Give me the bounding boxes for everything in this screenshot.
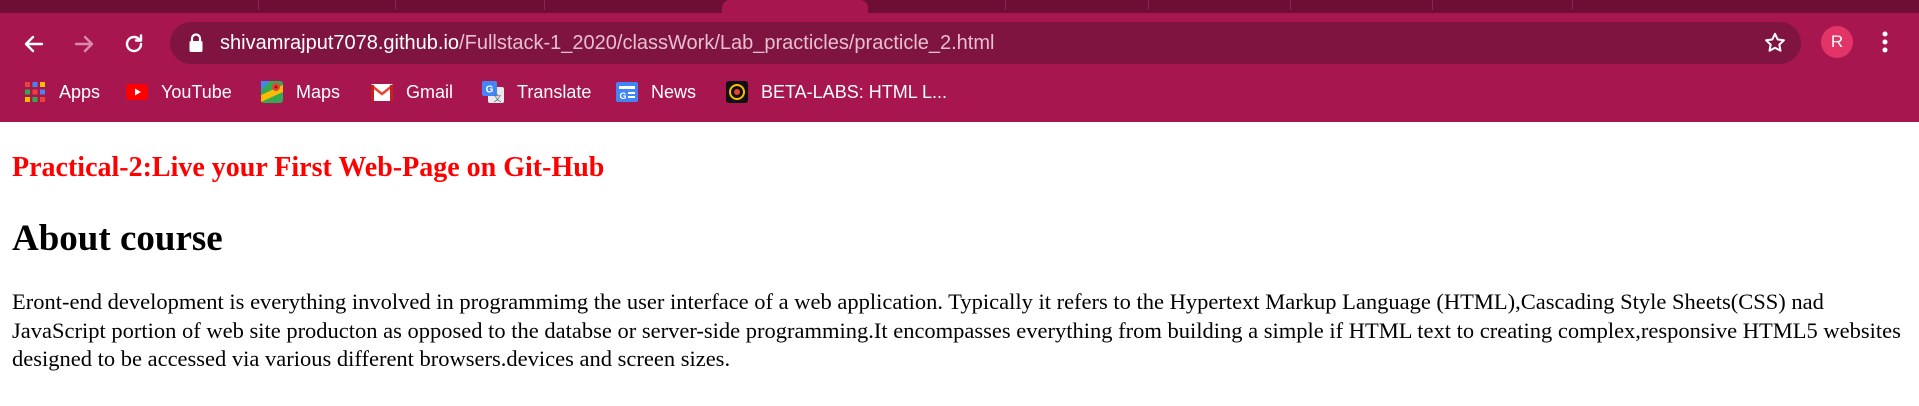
- tab-separator: [1572, 0, 1573, 10]
- bookmark-label: YouTube: [161, 81, 232, 102]
- url-host: shivamrajput7078.github.io: [220, 32, 460, 54]
- menu-button[interactable]: [1872, 26, 1898, 58]
- section-title: About course: [12, 218, 223, 259]
- bookmark-gmail[interactable]: Gmail: [371, 76, 453, 108]
- tab-separator: [544, 0, 545, 10]
- course-paragraph: Eront-end development is everything invo…: [12, 289, 1901, 371]
- gmail-icon: [371, 81, 393, 103]
- translate-icon: G文: [482, 81, 504, 103]
- page-content: Practical-2:Live your First Web-Page on …: [0, 122, 1919, 406]
- forward-button[interactable]: [67, 27, 101, 61]
- reload-button[interactable]: [117, 27, 151, 61]
- tab-separator: [1148, 0, 1149, 10]
- news-icon: G: [616, 81, 638, 103]
- svg-text:G: G: [619, 91, 626, 101]
- bookmark-label: Apps: [59, 81, 101, 102]
- forward-arrow-icon: [74, 35, 94, 53]
- bookmark-apps[interactable]: Apps: [24, 76, 100, 108]
- bookmark-label: Gmail: [406, 81, 454, 102]
- active-tab[interactable]: [722, 0, 868, 13]
- youtube-icon: [126, 81, 148, 103]
- bookmarks-bar: Apps YouTube Maps Gmail G文 Translate G N…: [0, 70, 1919, 114]
- url-text[interactable]: shivamrajput7078.github.io/Fullstack-1_2…: [220, 22, 994, 64]
- browser-chrome: shivamrajput7078.github.io/Fullstack-1_2…: [0, 0, 1919, 122]
- apps-grid-icon: [24, 81, 46, 103]
- bookmark-news[interactable]: G News: [616, 76, 696, 108]
- profile-avatar[interactable]: R: [1821, 26, 1853, 58]
- bookmark-translate[interactable]: G文 Translate: [482, 76, 591, 108]
- tab-strip: [0, 0, 1919, 13]
- lock-icon[interactable]: [188, 33, 204, 53]
- reload-icon: [125, 34, 143, 53]
- bookmark-star-icon[interactable]: [1763, 31, 1787, 55]
- back-arrow-icon: [24, 35, 44, 53]
- beta-labs-icon: [726, 81, 748, 103]
- more-vert-icon: [1882, 31, 1888, 53]
- tab-separator: [395, 0, 396, 10]
- bookmark-label: Maps: [296, 81, 341, 102]
- maps-icon: [261, 81, 283, 103]
- bookmark-youtube[interactable]: YouTube: [126, 76, 232, 108]
- tab-separator: [1005, 0, 1006, 10]
- url-path: /Fullstack-1_2020/classWork/Lab_practicl…: [459, 32, 995, 54]
- address-bar[interactable]: shivamrajput7078.github.io/Fullstack-1_2…: [170, 22, 1801, 64]
- svg-text:G: G: [486, 85, 494, 96]
- bookmark-label: Translate: [517, 81, 592, 102]
- page-heading: Practical-2:Live your First Web-Page on …: [12, 152, 605, 183]
- svg-text:文: 文: [494, 93, 502, 103]
- bookmark-label: BETA-LABS: HTML L...: [761, 81, 948, 102]
- back-button[interactable]: [17, 27, 51, 61]
- tab-separator: [258, 0, 259, 10]
- tab-separator: [1432, 0, 1433, 10]
- bookmark-label: News: [651, 81, 697, 102]
- bookmark-maps[interactable]: Maps: [261, 76, 340, 108]
- tab-separator: [1290, 0, 1291, 10]
- bookmark-beta-labs[interactable]: BETA-LABS: HTML L...: [726, 76, 947, 108]
- toolbar: shivamrajput7078.github.io/Fullstack-1_2…: [0, 13, 1919, 70]
